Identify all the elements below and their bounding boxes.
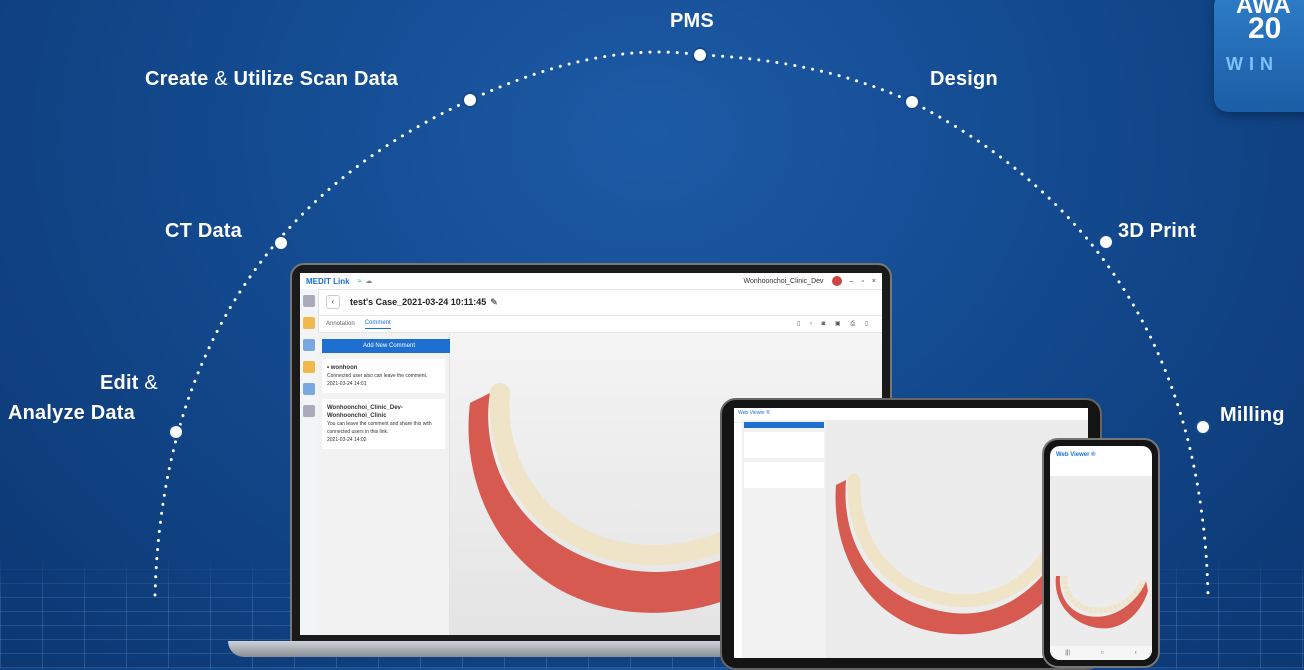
avatar[interactable] (831, 276, 842, 286)
label-create-scan: Create & Utilize Scan Data (145, 68, 399, 90)
node-milling (1195, 419, 1211, 435)
edit-pencil-icon[interactable]: ✎ (490, 297, 498, 308)
label-3d-print: 3D Print (1118, 220, 1197, 242)
home-icon[interactable]: ○ (1101, 650, 1105, 656)
phone-nav-bar: ||| ○ ‹ (1050, 646, 1152, 660)
tablet-dental-model (835, 473, 1074, 635)
order-box-icon[interactable] (303, 339, 315, 351)
phone-screen: Web Viewer ® ||| ○ ‹ (1050, 446, 1152, 660)
back-button[interactable]: ‹ (326, 295, 340, 309)
maximize-icon[interactable]: ▫ (861, 278, 863, 285)
label-ct-data: CT Data (165, 220, 242, 242)
recent-apps-icon[interactable]: ||| (1065, 650, 1070, 656)
case-box-icon[interactable] (303, 361, 315, 373)
case-header: ‹ test's Case_2021-03-24 10:11:45 ✎ (318, 289, 882, 316)
comment-card: • wonhoon Connected user also can leave … (322, 359, 445, 393)
label-pms: PMS (670, 10, 714, 32)
label-milling: Milling (1220, 404, 1285, 426)
add-comment-button[interactable]: Add New Comment (322, 339, 456, 353)
tablet-comment-card (744, 432, 824, 458)
tablet-add-button[interactable] (744, 422, 824, 428)
comment-panel: Add New Comment • wonhoon Connected user… (318, 333, 456, 635)
node-3dprint (1098, 234, 1114, 250)
dashboard-icon[interactable] (303, 295, 315, 307)
tablet-screen: Web Viewer ® (734, 408, 1088, 658)
phone-3d-viewer[interactable] (1050, 476, 1152, 646)
view-tabs: Annotation Comment ▯ ‹ ◙ ▣ ⎙ ▯ (318, 316, 882, 333)
toolbar-icons[interactable]: ▯ ‹ ◙ ▣ ⎙ ▯ (797, 320, 872, 328)
phone-dental-model (1055, 575, 1148, 629)
label-design: Design (930, 68, 998, 90)
tablet-comment-card (744, 462, 824, 488)
node-create (462, 92, 478, 108)
app-brand: MEDIT Link (306, 276, 350, 286)
back-icon[interactable]: ‹ (1135, 650, 1137, 656)
app-box-icon[interactable] (303, 383, 315, 395)
inbox-icon[interactable] (303, 317, 315, 329)
app-sidebar (300, 289, 319, 635)
node-edit (168, 424, 184, 440)
label-analyze-data: Analyze Data (8, 402, 135, 424)
label-edit: Edit & (100, 372, 158, 394)
cloud-icon: ☁ (365, 278, 373, 285)
comment-card: Wonhoonchoi_Clinic_Dev-Wonhoonchoi_Clini… (322, 399, 445, 449)
wifi-icon: ≈ (357, 277, 362, 285)
close-icon[interactable]: × (872, 278, 876, 285)
user-name: Wonhoonchoi_Clinic_Dev (743, 277, 824, 285)
tab-annotation[interactable]: Annotation (326, 321, 355, 327)
award-badge: AWA 20 WIN (1214, 0, 1304, 112)
node-ct (273, 235, 289, 251)
tab-comment[interactable]: Comment (364, 320, 391, 329)
node-design (904, 94, 920, 110)
phone-device: Web Viewer ® ||| ○ ‹ (1042, 438, 1160, 668)
case-title: test's Case_2021-03-24 10:11:45 (350, 297, 487, 307)
node-pms (692, 47, 708, 63)
app-titlebar: MEDIT Link ≈ ☁ Wonhoonchoi_Clinic_Dev – … (300, 273, 882, 290)
trash-icon[interactable] (303, 405, 315, 417)
minimize-icon[interactable]: – (850, 278, 854, 285)
tablet-comment-panel (742, 420, 826, 658)
phone-title: Web Viewer ® (1056, 452, 1096, 458)
